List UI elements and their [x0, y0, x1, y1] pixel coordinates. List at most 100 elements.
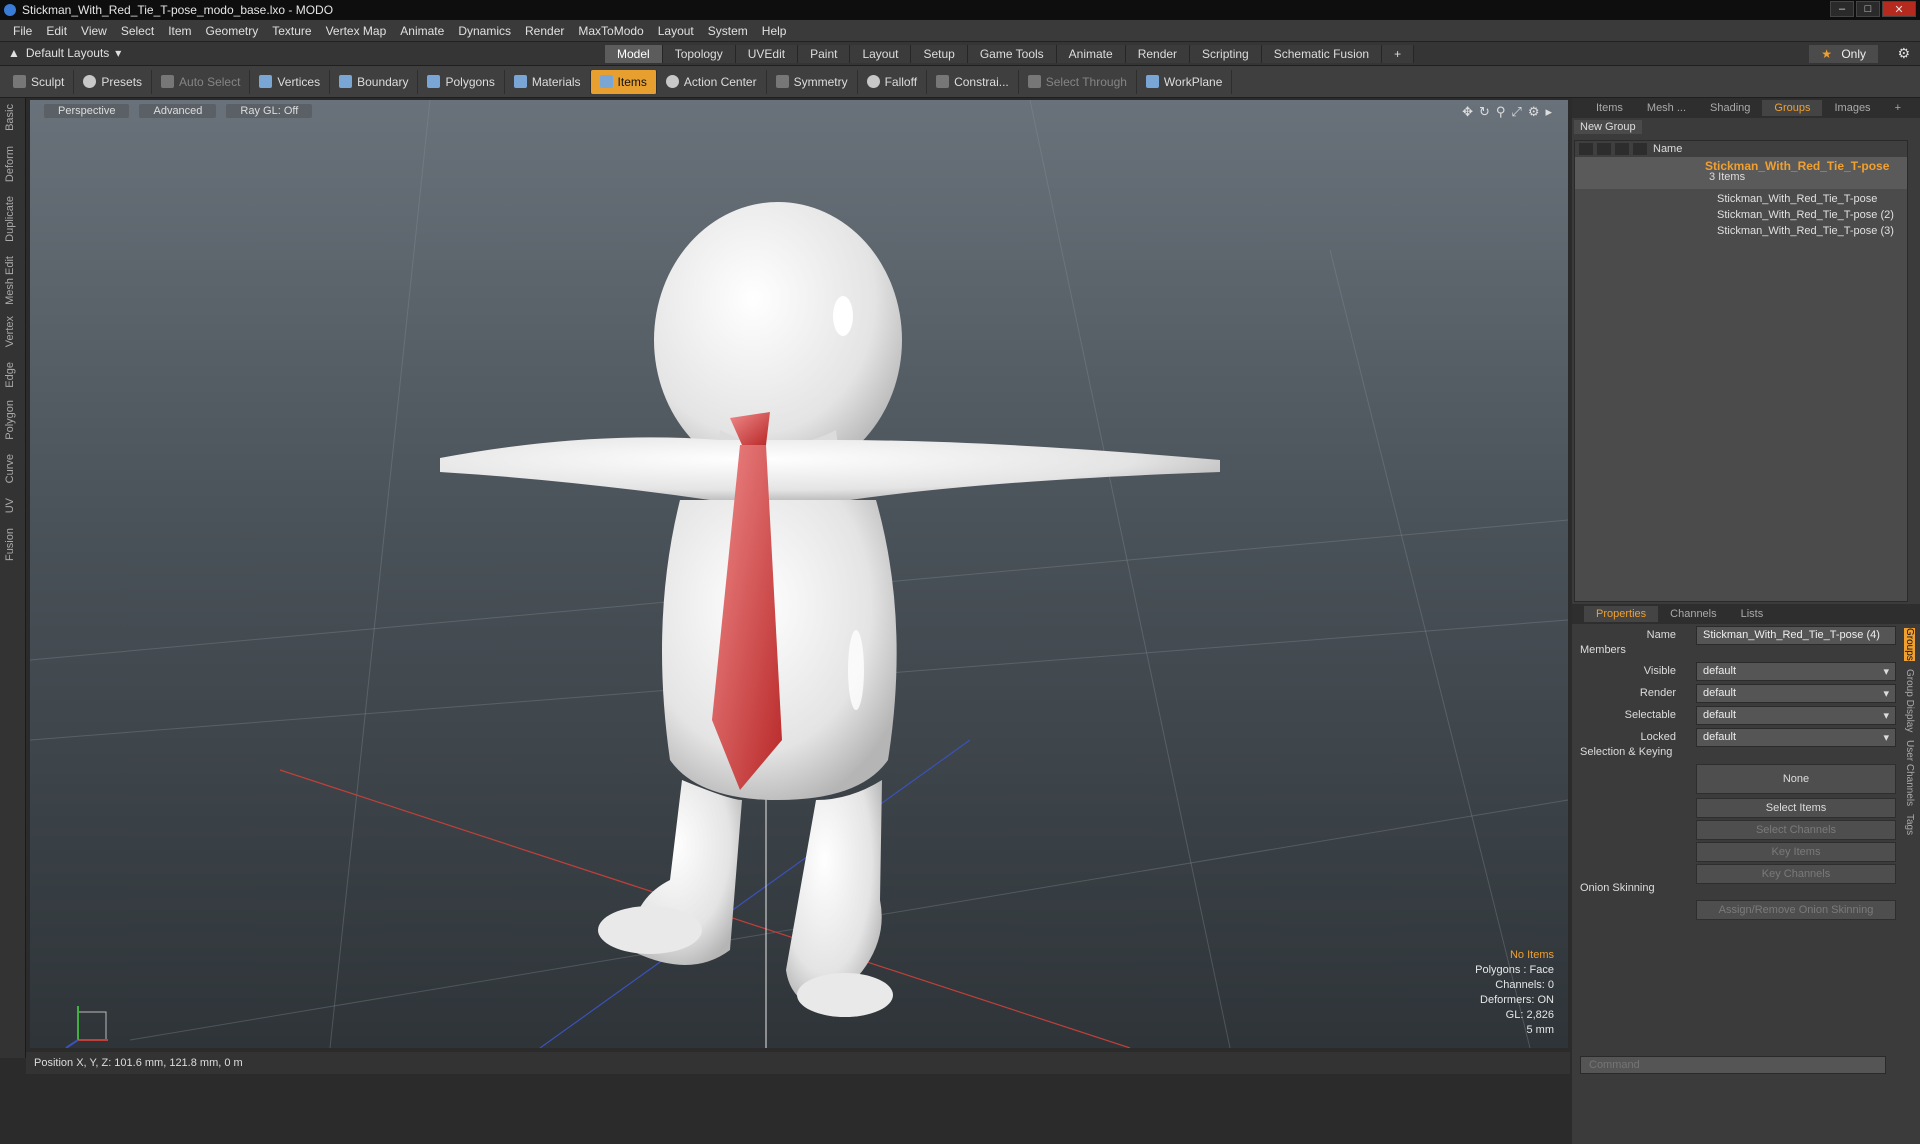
- selectable-dropdown[interactable]: default: [1696, 706, 1896, 725]
- workplane-button[interactable]: WorkPlane: [1137, 69, 1233, 94]
- gear-icon[interactable]: ⚙: [1897, 45, 1910, 62]
- constraints-button[interactable]: Constrai...: [927, 69, 1019, 94]
- falloff-button[interactable]: Falloff: [858, 69, 928, 94]
- polygons-button[interactable]: Polygons: [418, 69, 505, 94]
- view-dropdown[interactable]: Perspective: [44, 104, 130, 118]
- onion-skinning-button[interactable]: Assign/Remove Onion Skinning: [1696, 900, 1896, 920]
- tab-shading[interactable]: Shading: [1698, 100, 1762, 116]
- menu-dynamics[interactable]: Dynamics: [451, 24, 518, 38]
- tab-render[interactable]: Render: [1125, 45, 1191, 63]
- tab-topology[interactable]: Topology: [662, 45, 736, 63]
- locked-dropdown[interactable]: default: [1696, 728, 1896, 747]
- tab-items[interactable]: Items: [1584, 100, 1635, 116]
- tab-mesh-edit[interactable]: Mesh Edit: [4, 256, 16, 305]
- action-center-button[interactable]: Action Center: [657, 69, 767, 94]
- menu-maxtomodo[interactable]: MaxToModo: [571, 24, 650, 38]
- menu-help[interactable]: Help: [755, 24, 794, 38]
- eye-icon[interactable]: [1579, 143, 1593, 155]
- tab-schematic-fusion[interactable]: Schematic Fusion: [1261, 45, 1383, 63]
- 3d-viewport[interactable]: Perspective Advanced Ray GL: Off ✥ ↻ ⚲ ⤢…: [30, 100, 1568, 1048]
- tab-layout[interactable]: Layout: [850, 45, 912, 63]
- key-items-button[interactable]: Key Items: [1696, 842, 1896, 862]
- minimize-button[interactable]: –: [1830, 1, 1854, 17]
- group-member-row[interactable]: Stickman_With_Red_Tie_T-pose: [1575, 193, 1907, 209]
- menu-file[interactable]: File: [6, 24, 39, 38]
- tab-paint[interactable]: Paint: [798, 45, 851, 63]
- tab-vertex[interactable]: Vertex: [4, 316, 16, 347]
- tab-scripting[interactable]: Scripting: [1190, 45, 1262, 63]
- auto-select-button[interactable]: Auto Select: [152, 69, 251, 94]
- layouts-dropdown[interactable]: ▲ Default Layouts ▾: [8, 46, 121, 60]
- side-tab-user-channels[interactable]: User Channels: [1904, 740, 1915, 806]
- tab-game-tools[interactable]: Game Tools: [967, 45, 1057, 63]
- new-group-button[interactable]: New Group: [1574, 120, 1642, 134]
- group-row[interactable]: Stickman_With_Red_Tie_T-pose 3 Items: [1575, 157, 1907, 189]
- menu-view[interactable]: View: [74, 24, 114, 38]
- tab-lists[interactable]: Lists: [1729, 606, 1776, 622]
- tab-edge[interactable]: Edge: [4, 362, 16, 388]
- stickman-model[interactable]: [440, 202, 1220, 1017]
- close-button[interactable]: ✕: [1882, 1, 1916, 17]
- tab-animate[interactable]: Animate: [1056, 45, 1126, 63]
- symmetry-button[interactable]: Symmetry: [767, 69, 858, 94]
- group-member-row[interactable]: Stickman_With_Red_Tie_T-pose (3): [1575, 225, 1907, 241]
- move-view-icon[interactable]: ✥: [1462, 104, 1473, 120]
- tab-model[interactable]: Model: [605, 45, 663, 63]
- group-member-row[interactable]: Stickman_With_Red_Tie_T-pose (2): [1575, 209, 1907, 225]
- key-channels-button[interactable]: Key Channels: [1696, 864, 1896, 884]
- menu-select[interactable]: Select: [114, 24, 161, 38]
- zoom-view-icon[interactable]: ⚲: [1496, 104, 1506, 120]
- menu-layout[interactable]: Layout: [651, 24, 701, 38]
- tab-duplicate[interactable]: Duplicate: [4, 196, 16, 242]
- boundary-button[interactable]: Boundary: [330, 69, 419, 94]
- name-field[interactable]: Stickman_With_Red_Tie_T-pose (4): [1696, 626, 1896, 645]
- raygl-toggle[interactable]: Ray GL: Off: [226, 104, 313, 118]
- materials-button[interactable]: Materials: [505, 69, 591, 94]
- command-input[interactable]: [1580, 1056, 1886, 1074]
- select-through-button[interactable]: Select Through: [1019, 69, 1137, 94]
- none-button[interactable]: None: [1696, 764, 1896, 794]
- onion-skinning-section[interactable]: Onion Skinning: [1580, 882, 1655, 894]
- tab-groups[interactable]: Groups: [1762, 100, 1823, 116]
- tab-deform[interactable]: Deform: [4, 146, 16, 182]
- side-tab-group-display[interactable]: Group Display: [1904, 669, 1915, 732]
- tab-curve[interactable]: Curve: [4, 454, 16, 483]
- maximize-button[interactable]: □: [1856, 1, 1880, 17]
- tab-images[interactable]: Images: [1822, 100, 1882, 116]
- select-icon[interactable]: [1633, 143, 1647, 155]
- tab-polygon[interactable]: Polygon: [4, 400, 16, 440]
- tab-properties[interactable]: Properties: [1584, 606, 1659, 622]
- select-channels-button[interactable]: Select Channels: [1696, 820, 1896, 840]
- add-panel-tab-button[interactable]: +: [1883, 100, 1913, 116]
- presets-button[interactable]: Presets: [74, 69, 153, 94]
- members-section[interactable]: Members: [1580, 644, 1626, 656]
- visible-dropdown[interactable]: default: [1696, 662, 1896, 681]
- menu-animate[interactable]: Animate: [393, 24, 451, 38]
- shading-dropdown[interactable]: Advanced: [139, 104, 217, 118]
- menu-render[interactable]: Render: [518, 24, 571, 38]
- sculpt-button[interactable]: Sculpt: [4, 69, 75, 94]
- vertices-button[interactable]: Vertices: [250, 69, 331, 94]
- items-button[interactable]: Items: [590, 69, 657, 94]
- select-items-button[interactable]: Select Items: [1696, 798, 1896, 818]
- rotate-view-icon[interactable]: ↻: [1479, 104, 1490, 120]
- only-button[interactable]: ★ Only: [1809, 45, 1878, 63]
- menu-item[interactable]: Item: [161, 24, 198, 38]
- render-dropdown[interactable]: default: [1696, 684, 1896, 703]
- tab-basic[interactable]: Basic: [4, 104, 16, 131]
- menu-geometry[interactable]: Geometry: [199, 24, 266, 38]
- tab-mesh[interactable]: Mesh ...: [1635, 100, 1698, 116]
- viewport-gear-icon[interactable]: ⚙: [1528, 104, 1540, 120]
- selection-keying-section[interactable]: Selection & Keying: [1580, 746, 1672, 758]
- add-tab-button[interactable]: +: [1382, 45, 1415, 63]
- tab-uv[interactable]: UV: [4, 498, 16, 513]
- menu-vertex-map[interactable]: Vertex Map: [319, 24, 394, 38]
- tab-uvedit[interactable]: UVEdit: [735, 45, 799, 63]
- menu-system[interactable]: System: [701, 24, 755, 38]
- viewport-menu-icon[interactable]: ▸: [1545, 104, 1552, 120]
- tab-fusion[interactable]: Fusion: [4, 528, 16, 561]
- side-tab-groups[interactable]: Groups: [1904, 628, 1915, 661]
- menu-edit[interactable]: Edit: [39, 24, 74, 38]
- side-tab-tags[interactable]: Tags: [1904, 814, 1915, 835]
- menu-texture[interactable]: Texture: [265, 24, 318, 38]
